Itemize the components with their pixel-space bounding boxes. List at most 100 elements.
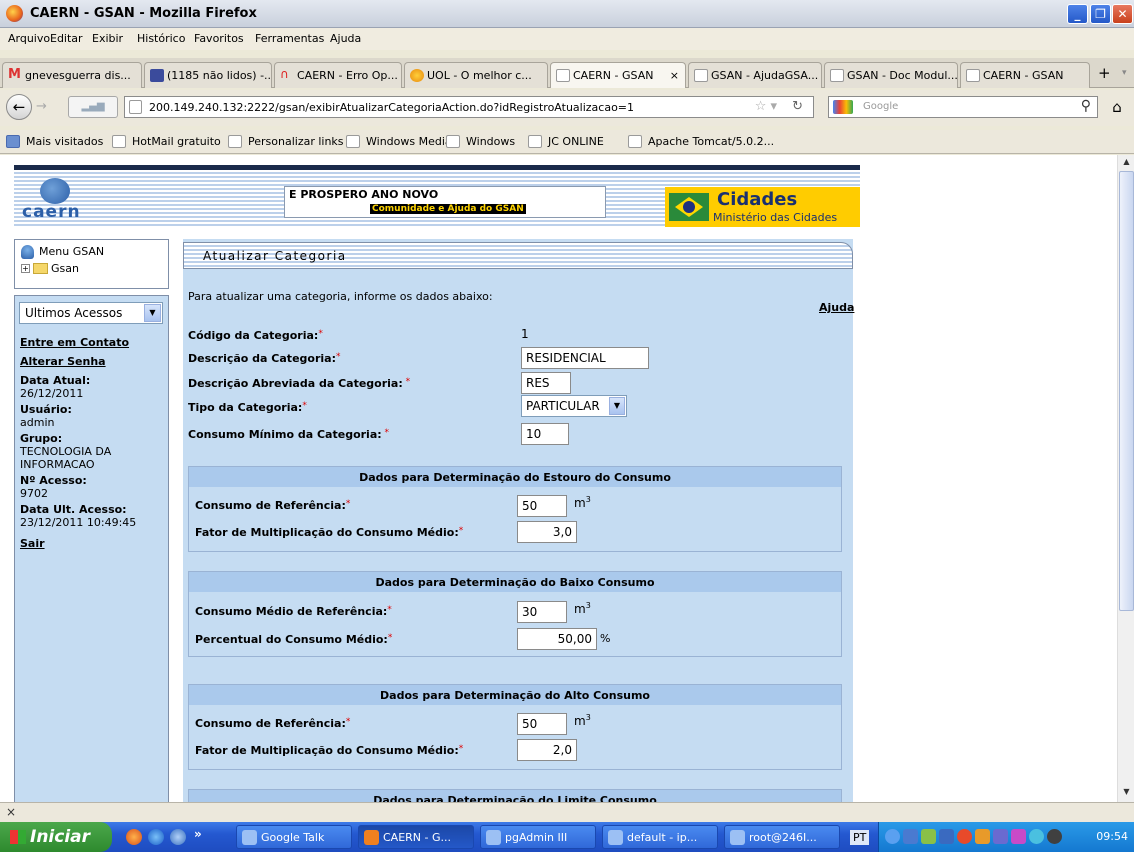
baixo-perc-input[interactable]: 50,00 bbox=[517, 628, 597, 650]
firefox-quicklaunch-icon[interactable] bbox=[126, 829, 142, 845]
network-icon[interactable] bbox=[885, 829, 900, 844]
task-pgadmin[interactable]: pgAdmin III bbox=[480, 825, 596, 849]
ie-quicklaunch-icon[interactable] bbox=[148, 829, 164, 845]
start-button[interactable]: Iniciar bbox=[0, 822, 112, 852]
search-icon[interactable]: ⚲ bbox=[1081, 98, 1091, 114]
menu-gsan[interactable]: Menu GSAN bbox=[21, 245, 104, 259]
bookmark-windows-media[interactable]: Windows Media bbox=[346, 135, 452, 148]
entre-em-contato-link[interactable]: Entre em Contato bbox=[20, 336, 166, 355]
task-google-talk[interactable]: Google Talk bbox=[236, 825, 352, 849]
tray-app-icon[interactable] bbox=[1029, 829, 1044, 844]
expand-icon[interactable]: + bbox=[21, 264, 30, 273]
bookmark-hotmail[interactable]: HotMail gratuito bbox=[112, 135, 221, 148]
address-bar[interactable]: 200.149.240.132:2222/gsan/exibirAtualiza… bbox=[124, 96, 814, 118]
tray-app-icon[interactable] bbox=[939, 829, 954, 844]
menu-exibir[interactable]: Exibir bbox=[92, 32, 123, 45]
intro-text: Para atualizar uma categoria, informe os… bbox=[188, 290, 493, 303]
tab-uol[interactable]: UOL - O melhor c... bbox=[404, 62, 548, 88]
task-default-ip[interactable]: default - ip... bbox=[602, 825, 718, 849]
close-icon[interactable]: × bbox=[6, 805, 16, 819]
bookmark-personalizar[interactable]: Personalizar links bbox=[228, 135, 344, 148]
bookmark-apache-tomcat[interactable]: Apache Tomcat/5.0.2... bbox=[628, 135, 774, 148]
tipo-select[interactable]: PARTICULAR ▼ bbox=[521, 395, 627, 417]
language-indicator[interactable]: PT bbox=[850, 830, 870, 845]
tab-doc-modul[interactable]: GSAN - Doc Modul... bbox=[824, 62, 958, 88]
minimo-input[interactable]: 10 bbox=[521, 423, 569, 445]
alto-fator-input[interactable]: 2,0 bbox=[517, 739, 577, 761]
tab-close-icon[interactable]: × bbox=[670, 69, 679, 82]
menu-ajuda[interactable]: Ajuda bbox=[330, 32, 361, 45]
section-title: Dados para Determinação do Alto Consumo bbox=[189, 685, 841, 705]
search-input[interactable]: Google ⚲ bbox=[828, 96, 1098, 118]
tab-caern-gsan-active[interactable]: CAERN - GSAN × bbox=[550, 62, 686, 88]
sair-link[interactable]: Sair bbox=[20, 537, 166, 556]
task-putty-root[interactable]: root@246I... bbox=[724, 825, 840, 849]
bookmarks-bar: Mais visitados HotMail gratuito Personal… bbox=[0, 130, 1134, 154]
chevron-right-icon[interactable]: » bbox=[194, 827, 202, 841]
menu-ferramentas[interactable]: Ferramentas bbox=[255, 32, 324, 45]
tab-caern-gsan[interactable]: CAERN - GSAN bbox=[960, 62, 1090, 88]
menu-historico[interactable]: Histórico bbox=[137, 32, 185, 45]
menu-editar[interactable]: Editar bbox=[50, 32, 83, 45]
tab-label: (1185 não lidos) -... bbox=[167, 69, 272, 82]
estouro-fator-input[interactable]: 3,0 bbox=[517, 521, 577, 543]
scroll-thumb[interactable] bbox=[1119, 171, 1134, 611]
unit-m3: m3 bbox=[574, 713, 591, 728]
bookmark-mais-visitados[interactable]: Mais visitados bbox=[6, 135, 103, 148]
abreviada-input[interactable]: RES bbox=[521, 372, 571, 394]
descricao-input[interactable]: RESIDENCIAL bbox=[521, 347, 649, 369]
signal-icon[interactable]: ▂▄▆ bbox=[68, 96, 118, 118]
task-caern-firefox[interactable]: CAERN - G... bbox=[358, 825, 474, 849]
tree-node-gsan[interactable]: + Gsan bbox=[21, 262, 79, 275]
ajuda-link[interactable]: Ajuda bbox=[819, 301, 854, 314]
scroll-down-icon[interactable]: ▼ bbox=[1120, 787, 1133, 800]
baixo-perc-label: Percentual do Consumo Médio:* bbox=[195, 633, 392, 646]
maximize-button[interactable]: ❐ bbox=[1090, 4, 1111, 24]
tab-ajuda-gsan[interactable]: GSAN - AjudaGSA... bbox=[688, 62, 822, 88]
tray-app-icon[interactable] bbox=[957, 829, 972, 844]
tray-app-icon[interactable] bbox=[1047, 829, 1062, 844]
back-arrow-icon[interactable]: ← bbox=[6, 94, 32, 120]
alterar-senha-link[interactable]: Alterar Senha bbox=[20, 355, 166, 374]
ultimos-acessos-select[interactable]: Ultimos Acessos ▼ bbox=[19, 302, 163, 324]
tab-gmail[interactable]: Mgnevesguerra dis... bbox=[2, 62, 142, 88]
menu-favoritos[interactable]: Favoritos bbox=[194, 32, 244, 45]
tray-app-icon[interactable] bbox=[975, 829, 990, 844]
bookmark-windows[interactable]: Windows bbox=[446, 135, 515, 148]
bookmark-label: Personalizar links bbox=[248, 135, 344, 148]
chevron-down-icon[interactable]: ▼ bbox=[609, 397, 625, 415]
community-link[interactable]: Comunidade e Ajuda do GSAN bbox=[370, 204, 526, 214]
tray-app-icon[interactable] bbox=[921, 829, 936, 844]
reload-icon[interactable]: ↻ bbox=[792, 99, 803, 114]
chevron-down-icon[interactable]: ▼ bbox=[144, 304, 161, 322]
baixo-ref-input[interactable]: 30 bbox=[517, 601, 567, 623]
caern-icon: ∩ bbox=[280, 67, 289, 81]
page-title: Atualizar Categoria bbox=[203, 249, 347, 263]
home-icon[interactable]: ⌂ bbox=[1106, 96, 1128, 118]
vertical-scrollbar[interactable]: ▲ ▼ bbox=[1117, 155, 1134, 802]
forward-arrow-icon[interactable]: → bbox=[36, 98, 56, 116]
tab-list-icon[interactable]: ▾ bbox=[1122, 68, 1127, 78]
label-text: Consumo de Referência: bbox=[195, 717, 346, 730]
menu-arquivo[interactable]: Arquivo bbox=[8, 32, 50, 45]
app-quicklaunch-icon[interactable] bbox=[170, 829, 186, 845]
tab-facebook[interactable]: (1185 não lidos) -... bbox=[144, 62, 272, 88]
alto-fator-label: Fator de Multiplicação do Consumo Médio:… bbox=[195, 744, 463, 757]
scroll-up-icon[interactable]: ▲ bbox=[1120, 157, 1133, 170]
ministerio-cidades-logo: Cidades Ministério das Cidades bbox=[665, 187, 860, 227]
clock[interactable]: 09:54 bbox=[1096, 830, 1128, 843]
tray-app-icon[interactable] bbox=[993, 829, 1008, 844]
star-icon[interactable]: ☆ ▾ bbox=[755, 99, 777, 114]
page-icon bbox=[830, 69, 844, 82]
tab-caern-erro[interactable]: ∩ CAERN - Erro Op... bbox=[274, 62, 402, 88]
minimize-button[interactable]: _ bbox=[1067, 4, 1088, 24]
close-button[interactable]: ✕ bbox=[1112, 4, 1133, 24]
alto-ref-input[interactable]: 50 bbox=[517, 713, 567, 735]
tray-app-icon[interactable] bbox=[903, 829, 918, 844]
bookmark-label: HotMail gratuito bbox=[132, 135, 221, 148]
bookmark-jc-online[interactable]: JC ONLINE bbox=[528, 135, 604, 148]
codigo-field: 1 bbox=[521, 324, 561, 346]
new-tab-icon[interactable]: + bbox=[1098, 64, 1111, 82]
tray-app-icon[interactable] bbox=[1011, 829, 1026, 844]
estouro-ref-input[interactable]: 50 bbox=[517, 495, 567, 517]
